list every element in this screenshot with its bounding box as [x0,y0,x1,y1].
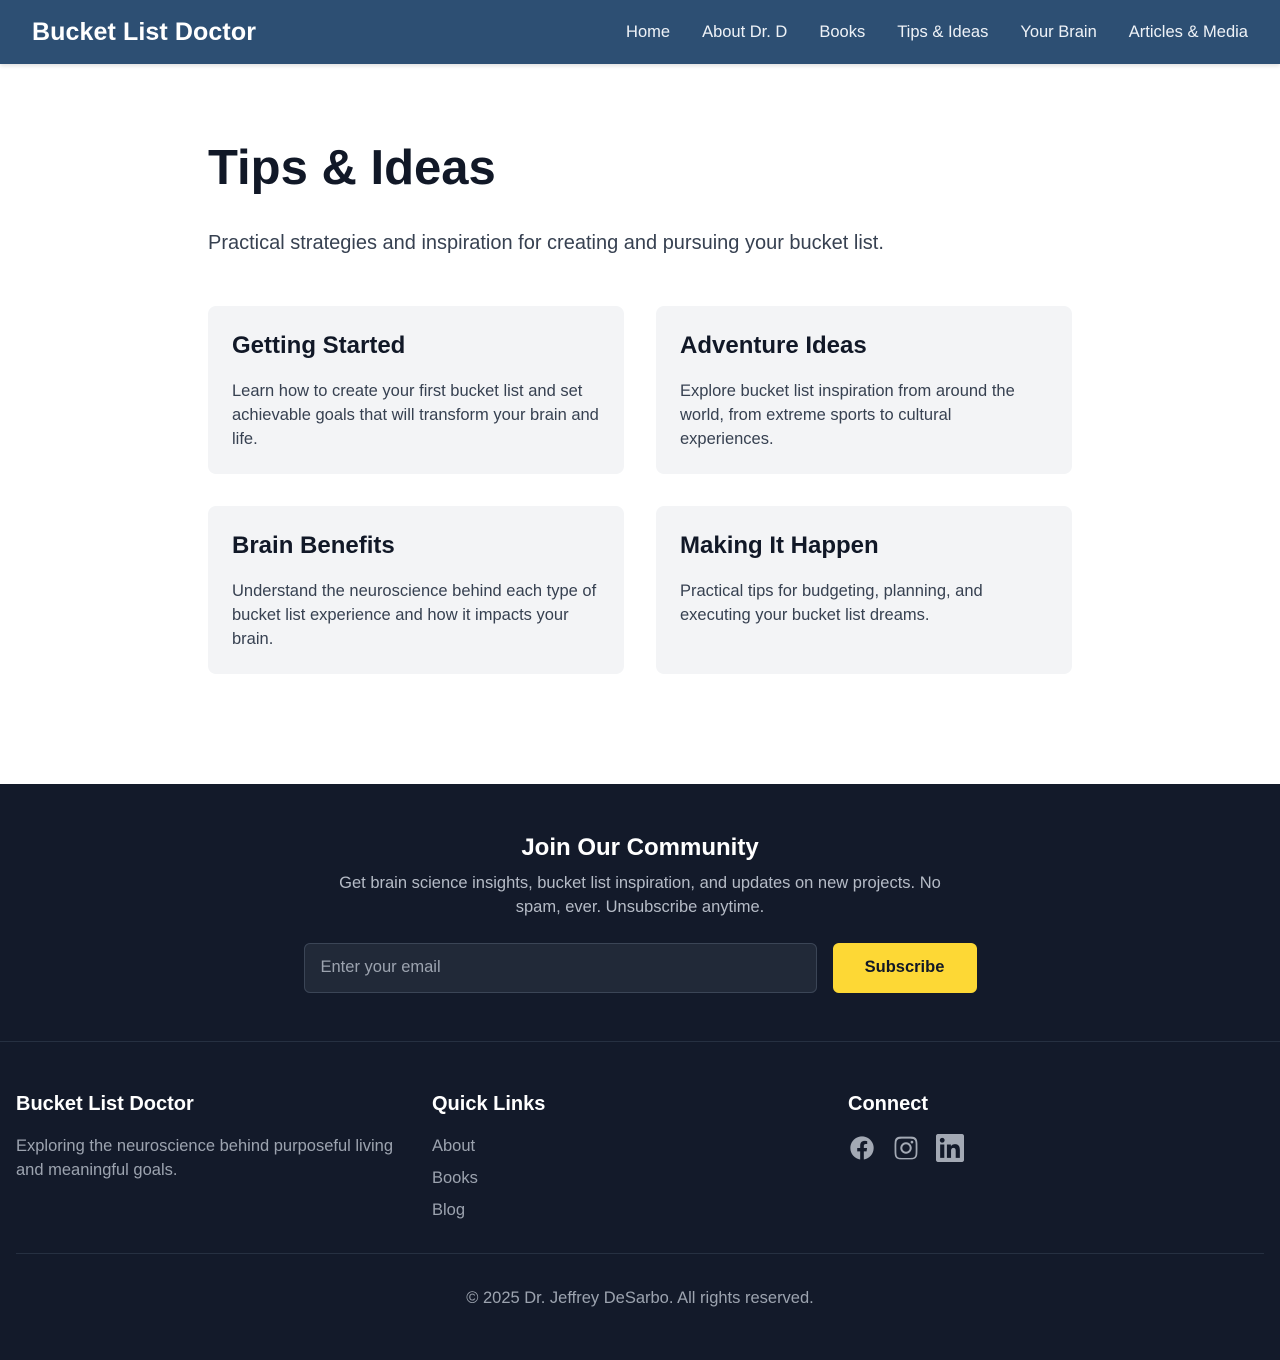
main-content: Tips & Ideas Practical strategies and in… [208,64,1072,784]
newsletter-section: Join Our Community Get brain science ins… [0,784,1280,1042]
card-text: Explore bucket list inspiration from aro… [680,381,1015,448]
card-title: Making It Happen [680,531,879,559]
facebook-icon[interactable] [848,1134,876,1162]
site-header: Bucket List Doctor Home About Dr. D Book… [0,0,1280,64]
footer-about-title: Bucket List Doctor [16,1093,194,1115]
newsletter-form: Subscribe [0,942,1280,993]
footer-quick-links: Quick Links About Books Blog [432,1092,848,1253]
card-title: Adventure Ideas [680,331,867,359]
instagram-icon[interactable] [892,1134,920,1162]
linkedin-icon[interactable] [936,1134,964,1162]
email-input[interactable] [303,942,817,993]
newsletter-title: Join Our Community [521,834,759,861]
card-making-it-happen[interactable]: Making It Happen Practical tips for budg… [656,505,1072,674]
list-item: Blog [432,1198,848,1230]
nav-about[interactable]: About Dr. D [702,23,787,42]
nav-your-brain[interactable]: Your Brain [1020,23,1096,42]
card-getting-started[interactable]: Getting Started Learn how to create your… [208,305,624,474]
newsletter-text: Get brain science insights, bucket list … [339,873,941,916]
footer-links-title: Quick Links [432,1093,546,1115]
list-item: Books [432,1166,848,1198]
card-title: Getting Started [232,331,406,359]
card-adventure-ideas[interactable]: Adventure Ideas Explore bucket list insp… [656,305,1072,474]
footer-link-about[interactable]: About [432,1137,475,1155]
page-subtitle: Practical strategies and inspiration for… [208,231,884,254]
card-text: Practical tips for budgeting, planning, … [680,581,983,624]
list-item: About [432,1134,848,1166]
footer-connect-title: Connect [848,1093,928,1115]
card-brain-benefits[interactable]: Brain Benefits Understand the neuroscien… [208,505,624,674]
nav-articles-media[interactable]: Articles & Media [1129,23,1248,42]
footer-connect: Connect [848,1092,1264,1253]
site-footer: Bucket List Doctor Exploring the neurosc… [0,1042,1280,1360]
page-title: Tips & Ideas [208,141,496,195]
footer-link-books[interactable]: Books [432,1169,478,1187]
footer-link-blog[interactable]: Blog [432,1201,465,1219]
footer-columns: Bucket List Doctor Exploring the neurosc… [16,1042,1264,1254]
footer-links-list: About Books Blog [432,1134,848,1230]
site-brand[interactable]: Bucket List Doctor [32,18,256,47]
footer-about: Bucket List Doctor Exploring the neurosc… [16,1092,432,1253]
main-nav: Home About Dr. D Books Tips & Ideas Your… [626,23,1248,42]
nav-tips-ideas[interactable]: Tips & Ideas [897,23,988,42]
nav-home[interactable]: Home [626,23,670,42]
social-links [848,1134,1264,1162]
footer-about-text: Exploring the neuroscience behind purpos… [16,1137,393,1179]
cards-grid: Getting Started Learn how to create your… [208,305,1072,674]
card-title: Brain Benefits [232,531,395,559]
card-text: Understand the neuroscience behind each … [232,581,597,648]
nav-books[interactable]: Books [819,23,865,42]
subscribe-button[interactable]: Subscribe [832,942,977,993]
copyright-text: © 2025 Dr. Jeffrey DeSarbo. All rights r… [466,1289,814,1307]
card-text: Learn how to create your first bucket li… [232,381,599,448]
